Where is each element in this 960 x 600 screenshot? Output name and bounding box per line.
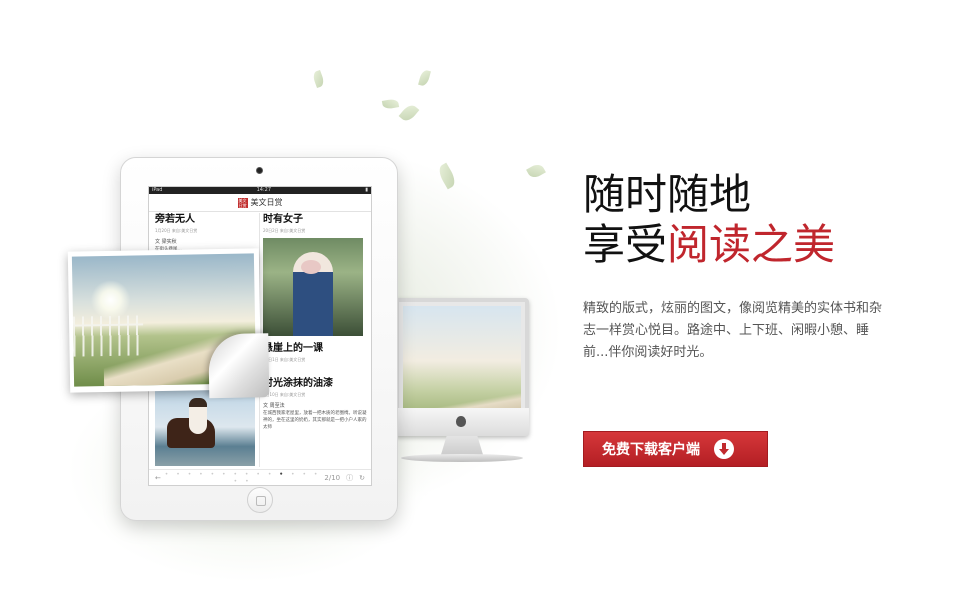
article-author: 文 梁实秋 [155,239,177,245]
battery-icon: ▮ [365,187,368,193]
status-time: 14:27 [256,187,272,193]
page-navigation: ← • • • • • • • • • • • • • • • • 2/10 ⓘ… [149,469,371,485]
headline: 随时随地 享受阅读之美 [583,170,913,270]
article-title[interactable]: 时有女子 [263,213,369,227]
imac-base [401,454,523,462]
status-bar: iPad 14:27 ▮ [149,187,371,194]
leaf-decoration [526,161,546,181]
article-title[interactable]: 悬崖上的一课 [263,342,369,356]
article-meta: 2日10日 来自:美文日赏 [263,392,306,397]
article-meta: 1月20日 来自:美文日赏 [155,228,198,233]
apple-logo-icon [456,416,466,427]
page-dots[interactable]: • • • • • • • • • • • • • • • • [161,471,325,485]
description-text: 精致的版式，炫丽的图文，像阅览精美的实体书和杂志一样赏心悦目。路途中、上下班、闲… [583,301,883,360]
download-arrow-icon [714,439,734,459]
home-button[interactable] [247,487,273,513]
article-title[interactable]: 旁若无人 [155,213,255,227]
woman-with-flowers-photo[interactable] [263,238,363,336]
headline-line-2-prefix: 享受 [583,220,668,269]
leaf-decoration [398,102,420,124]
promo-banner: iPad 14:27 ▮ 美文日赏 美文日赏 旁若无人 1月20日 来自:美文日… [0,0,960,600]
headline-highlight: 阅读之美 [667,220,836,269]
page-number: 2/10 [324,473,341,482]
camera-icon [256,167,263,174]
leaf-decoration [381,98,400,110]
status-device: iPad [152,187,163,193]
article-author: 文 周至法 [263,403,285,409]
download-client-button[interactable]: 免费下载客户端 [583,431,768,467]
refresh-icon[interactable]: ↻ [359,474,365,482]
leaf-decoration [435,162,459,190]
horse-rider-photo[interactable] [155,388,255,466]
landscape-photo-card [67,248,270,399]
app-logo-icon: 美文日赏 [237,197,248,208]
info-icon[interactable]: ⓘ [346,473,353,483]
leaf-decoration [418,69,431,87]
app-header: 美文日赏 美文日赏 [149,194,371,212]
article-meta: 20日1日 来自:美文日赏 [263,357,306,362]
article-title[interactable]: 时光涂抹的油漆 [263,377,369,391]
article-meta: 20日2日 来自:美文日赏 [263,228,306,233]
article-body: 在城西我家老屋里，放着一把木质的老圈椅。听说凝神的，坐在这里的奶奶，其实那就是一… [263,411,367,430]
headline-line-1: 随时随地 [583,170,752,219]
imac-device [395,298,529,466]
app-title: 美文日赏 [250,198,283,207]
leaf-decoration [311,69,326,89]
headline-line-2: 享受阅读之美 [583,220,913,270]
download-button-label: 免费下载客户端 [602,442,700,458]
article-column-right: 时有女子 20日2日 来自:美文日赏 悬崖上的一课 20日1日 来自:美文日赏 … [263,213,369,467]
